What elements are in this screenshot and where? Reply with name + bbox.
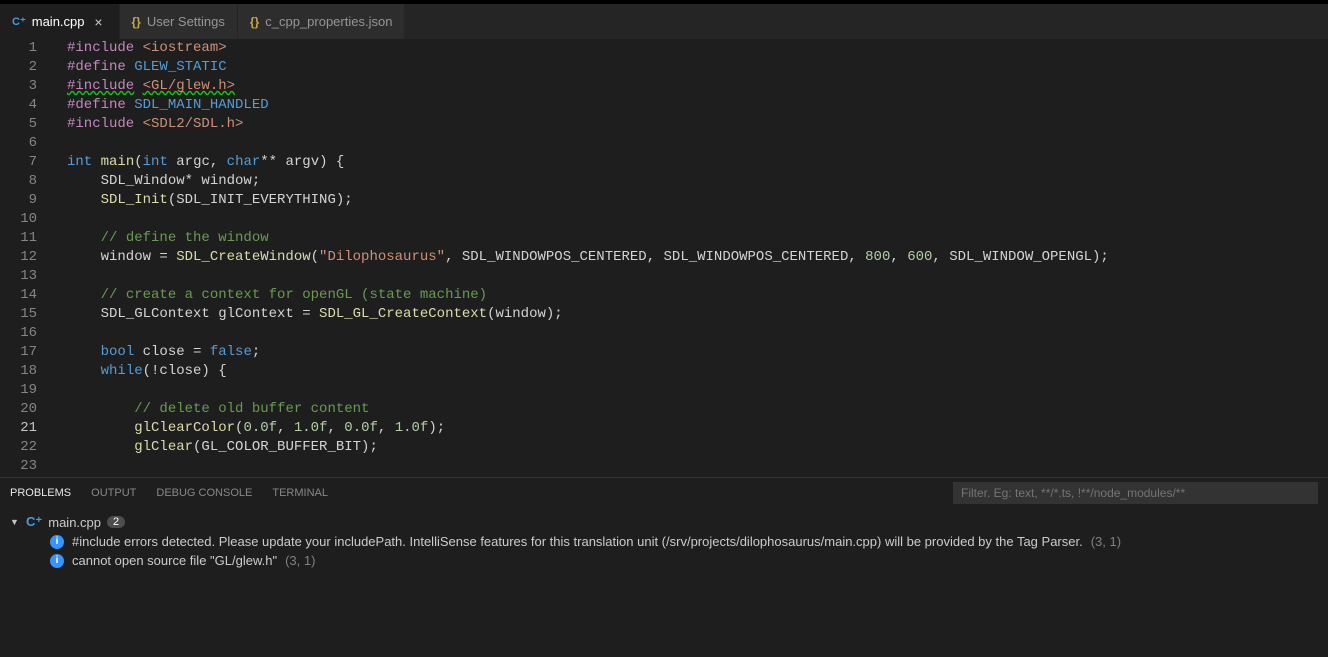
code-line[interactable]: SDL_Init(SDL_INIT_EVERYTHING); bbox=[67, 191, 1328, 210]
code-line[interactable]: // create a context for openGL (state ma… bbox=[67, 286, 1328, 305]
problem-location: (3, 1) bbox=[1091, 534, 1121, 549]
panel-tab-debug-console[interactable]: DEBUG CONSOLE bbox=[156, 481, 252, 505]
editor-tab-2[interactable]: {} c_cpp_properties.json bbox=[238, 4, 406, 39]
line-number: 21 bbox=[0, 419, 55, 438]
line-number: 9 bbox=[0, 191, 55, 210]
code-line[interactable] bbox=[67, 381, 1328, 400]
problem-location: (3, 1) bbox=[285, 553, 315, 568]
line-number: 23 bbox=[0, 457, 55, 476]
info-icon: i bbox=[50, 535, 64, 549]
code-line[interactable] bbox=[67, 267, 1328, 286]
line-number: 5 bbox=[0, 115, 55, 134]
cpp-icon: C⁺ bbox=[12, 15, 26, 28]
code-line[interactable]: bool close = false; bbox=[67, 343, 1328, 362]
line-number: 16 bbox=[0, 324, 55, 343]
line-number: 4 bbox=[0, 96, 55, 115]
code-line[interactable]: // define the window bbox=[67, 229, 1328, 248]
tab-label: main.cpp bbox=[32, 14, 85, 29]
code-line[interactable]: #define SDL_MAIN_HANDLED bbox=[67, 96, 1328, 115]
code-line[interactable]: int main(int argc, char** argv) { bbox=[67, 153, 1328, 172]
problem-item[interactable]: i #include errors detected. Please update… bbox=[10, 532, 1318, 551]
editor-tabs: C⁺ main.cpp × {} User Settings {} c_cpp_proper… bbox=[0, 4, 1328, 39]
line-number: 3 bbox=[0, 77, 55, 96]
bottom-panel: PROBLEMS OUTPUT DEBUG CONSOLE TERMINAL ▼ C⁺… bbox=[0, 477, 1328, 657]
json-icon: {} bbox=[250, 15, 259, 29]
code-line[interactable] bbox=[67, 324, 1328, 343]
tab-label: User Settings bbox=[147, 14, 225, 29]
code-line[interactable]: #define GLEW_STATIC bbox=[67, 58, 1328, 77]
line-number: 20 bbox=[0, 400, 55, 419]
problem-message: cannot open source file "GL/glew.h" bbox=[72, 553, 277, 568]
code-line[interactable] bbox=[67, 457, 1328, 476]
problem-message: #include errors detected. Please update … bbox=[72, 534, 1083, 549]
twistie-icon[interactable]: ▼ bbox=[10, 517, 20, 527]
code-line[interactable] bbox=[67, 134, 1328, 153]
line-number: 11 bbox=[0, 229, 55, 248]
line-number: 6 bbox=[0, 134, 55, 153]
cpp-icon: C⁺ bbox=[26, 514, 42, 530]
line-number: 17 bbox=[0, 343, 55, 362]
line-number-gutter: 1234567891011121314151617181920212223 bbox=[0, 39, 55, 477]
panel-tab-problems[interactable]: PROBLEMS bbox=[10, 481, 71, 506]
code-line[interactable]: window = SDL_CreateWindow("Dilophosaurus… bbox=[67, 248, 1328, 267]
code-line[interactable]: glClear(GL_COLOR_BUFFER_BIT); bbox=[67, 438, 1328, 457]
problems-filter-input[interactable] bbox=[953, 482, 1318, 504]
code-editor[interactable]: 1234567891011121314151617181920212223 #i… bbox=[0, 39, 1328, 477]
code-line[interactable]: #include <GL/glew.h> bbox=[67, 77, 1328, 96]
panel-tabs: PROBLEMS OUTPUT DEBUG CONSOLE TERMINAL bbox=[0, 478, 1328, 508]
close-icon[interactable]: × bbox=[91, 14, 107, 30]
editor-tab-1[interactable]: {} User Settings bbox=[120, 4, 238, 39]
tab-label: c_cpp_properties.json bbox=[265, 14, 392, 29]
problems-file-row[interactable]: ▼ C⁺ main.cpp 2 bbox=[10, 512, 1318, 532]
code-line[interactable]: #include <iostream> bbox=[67, 39, 1328, 58]
code-line[interactable] bbox=[67, 210, 1328, 229]
line-number: 12 bbox=[0, 248, 55, 267]
editor-tab-0[interactable]: C⁺ main.cpp × bbox=[0, 4, 120, 39]
line-number: 18 bbox=[0, 362, 55, 381]
problem-item[interactable]: i cannot open source file "GL/glew.h" (3, … bbox=[10, 551, 1318, 570]
line-number: 15 bbox=[0, 305, 55, 324]
line-number: 7 bbox=[0, 153, 55, 172]
code-area[interactable]: #include <iostream>#define GLEW_STATIC#i… bbox=[55, 39, 1328, 477]
line-number: 19 bbox=[0, 381, 55, 400]
line-number: 22 bbox=[0, 438, 55, 457]
json-icon: {} bbox=[132, 15, 141, 29]
problems-file-name: main.cpp bbox=[48, 515, 101, 530]
panel-tab-output[interactable]: OUTPUT bbox=[91, 481, 136, 505]
line-number: 8 bbox=[0, 172, 55, 191]
code-line[interactable]: SDL_Window* window; bbox=[67, 172, 1328, 191]
panel-tab-terminal[interactable]: TERMINAL bbox=[272, 481, 328, 505]
code-line[interactable]: #include <SDL2/SDL.h> bbox=[67, 115, 1328, 134]
code-line[interactable]: glClearColor(0.0f, 1.0f, 0.0f, 1.0f); bbox=[67, 419, 1328, 438]
code-line[interactable]: SDL_GLContext glContext = SDL_GL_CreateC… bbox=[67, 305, 1328, 324]
line-number: 13 bbox=[0, 267, 55, 286]
code-line[interactable]: // delete old buffer content bbox=[67, 400, 1328, 419]
problems-body: ▼ C⁺ main.cpp 2 i #include errors detecte… bbox=[0, 508, 1328, 657]
line-number: 2 bbox=[0, 58, 55, 77]
line-number: 10 bbox=[0, 210, 55, 229]
line-number: 1 bbox=[0, 39, 55, 58]
code-line[interactable]: while(!close) { bbox=[67, 362, 1328, 381]
line-number: 14 bbox=[0, 286, 55, 305]
info-icon: i bbox=[50, 554, 64, 568]
problems-count-badge: 2 bbox=[107, 516, 125, 528]
